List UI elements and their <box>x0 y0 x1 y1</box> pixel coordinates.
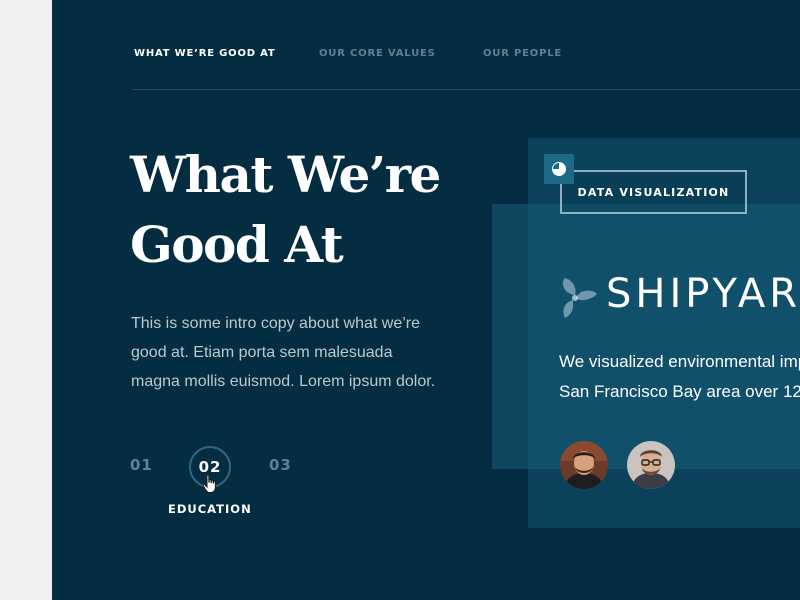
team-member-avatar[interactable] <box>627 441 675 489</box>
step-03[interactable]: 03 <box>269 456 292 474</box>
case-study-description-line-1: We visualized environmental imp <box>559 352 800 371</box>
case-study-description: We visualized environmental imp San Fran… <box>559 347 800 407</box>
team-member-avatar[interactable] <box>560 441 608 489</box>
nav-item-our-core-values[interactable]: OUR CORE VALUES <box>319 48 436 59</box>
case-study-description-line-2: San Francisco Bay area over 12 y <box>559 382 800 401</box>
intro-copy: This is some intro copy about what we’re… <box>131 309 461 396</box>
category-tag-label: DATA VISUALIZATION <box>577 185 730 199</box>
nav-item-what-were-good-at[interactable]: WHAT WE’RE GOOD AT <box>134 48 276 59</box>
step-01[interactable]: 01 <box>130 456 153 474</box>
page-margin <box>0 0 52 600</box>
client-logo-wordmark: SHIPYAR <box>606 271 800 317</box>
category-tag[interactable]: DATA VISUALIZATION <box>560 170 747 214</box>
shipyard-logo-icon <box>562 278 597 318</box>
hand-cursor-icon <box>202 474 216 493</box>
intro-line-3: magna mollis euismod. Lorem ipsum dolor. <box>131 373 436 390</box>
page-title-line-2: Good At <box>130 215 344 274</box>
active-step-label: EDUCATION <box>168 502 252 516</box>
nav-divider <box>132 89 800 90</box>
main-panel: WHAT WE’RE GOOD AT OUR CORE VALUES OUR P… <box>52 0 800 600</box>
pie-chart-icon <box>544 154 574 184</box>
case-study-card[interactable] <box>492 204 800 469</box>
page-title-line-1: What We’re <box>130 145 441 204</box>
page-title: What We’re Good At <box>130 140 490 280</box>
intro-line-1: This is some intro copy about what we’re <box>131 315 421 332</box>
intro-line-2: good at. Etiam porta sem malesuada <box>131 344 393 361</box>
nav-item-our-people[interactable]: OUR PEOPLE <box>483 48 562 59</box>
